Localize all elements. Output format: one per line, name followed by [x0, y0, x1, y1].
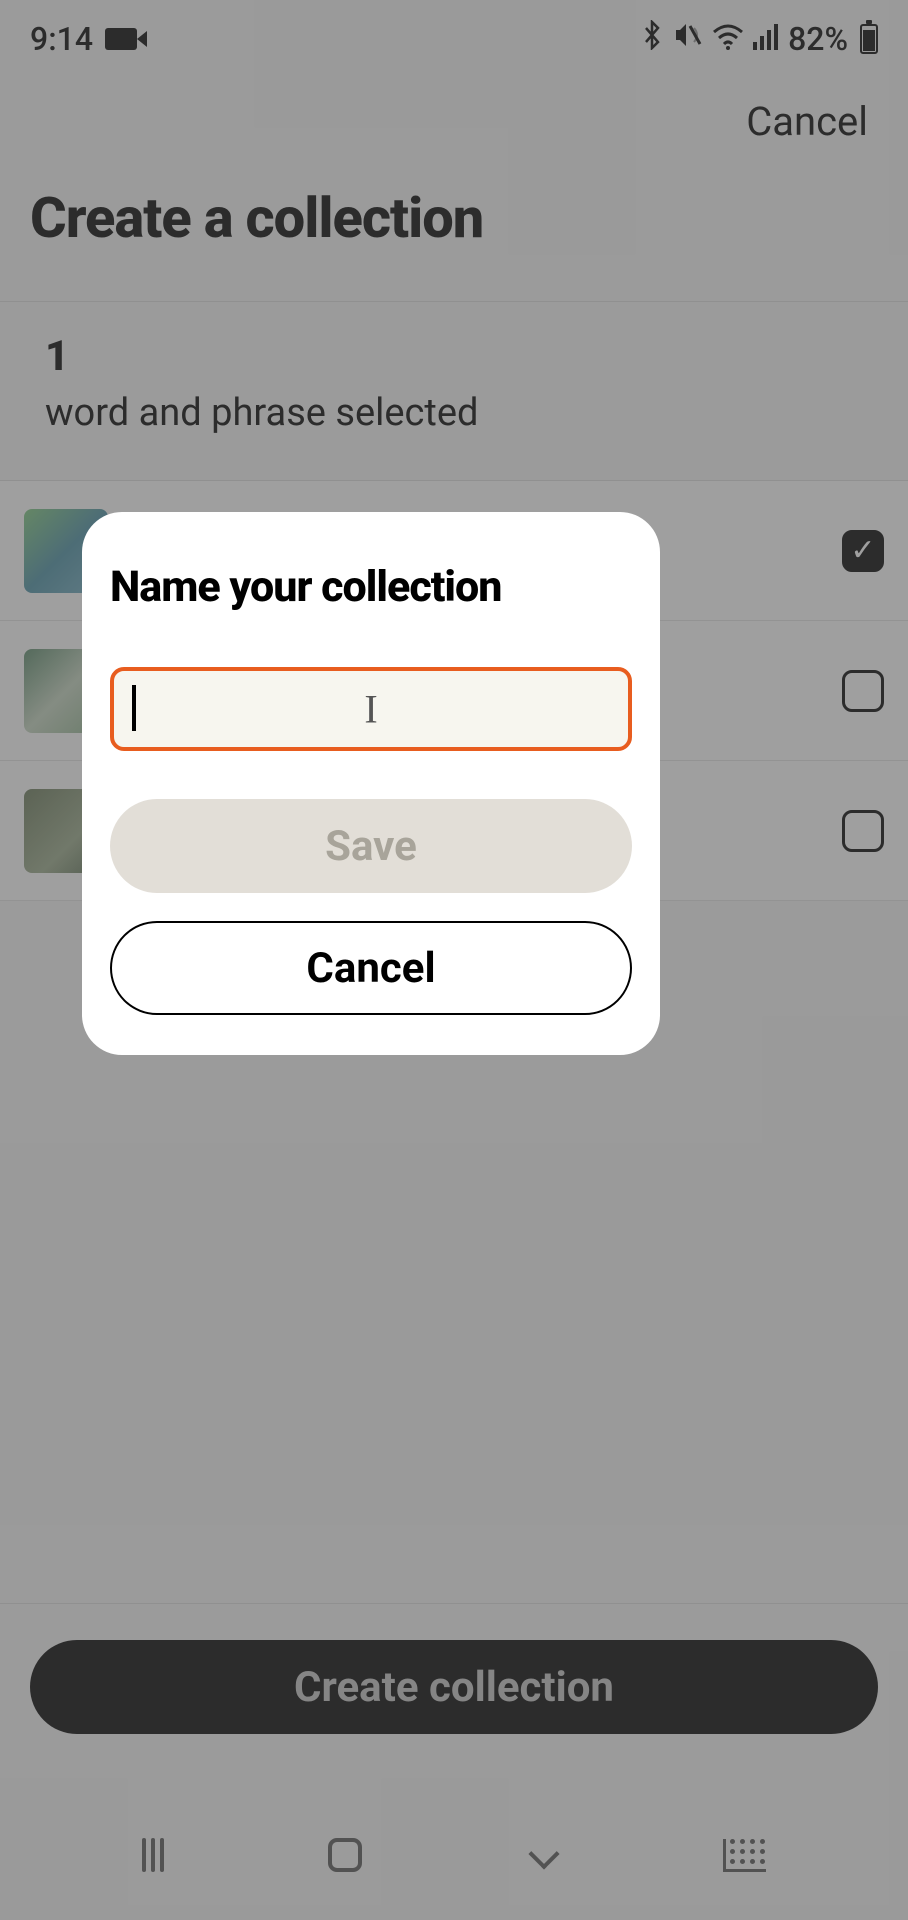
cancel-button[interactable]: Cancel: [110, 921, 632, 1015]
text-cursor-icon: [132, 685, 136, 731]
input-wrapper: I: [110, 667, 632, 751]
collection-name-input[interactable]: [110, 667, 632, 751]
name-collection-modal: Name your collection I Save Cancel: [82, 512, 660, 1055]
modal-title: Name your collection: [110, 562, 632, 612]
save-button[interactable]: Save: [110, 799, 632, 893]
